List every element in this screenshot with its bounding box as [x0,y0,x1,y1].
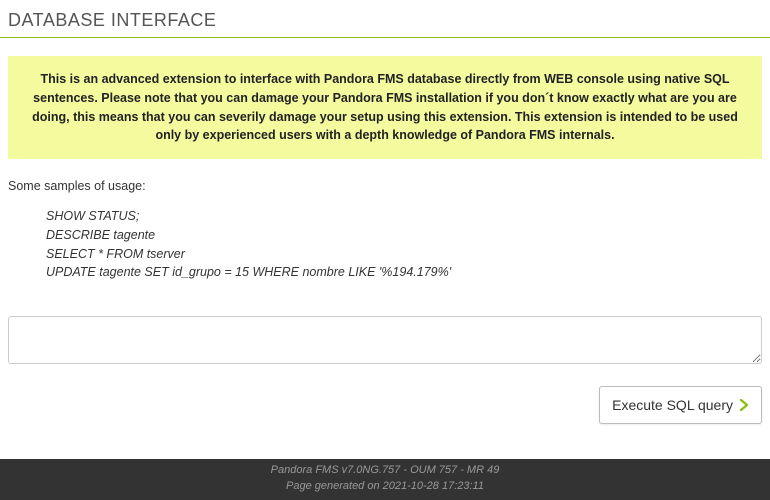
sql-input[interactable] [8,316,762,364]
footer-generated: Page generated on 2021-10-28 17:23:11 [0,479,770,494]
execute-sql-label: Execute SQL query [612,397,733,413]
samples-list: SHOW STATUS; DESCRIBE tagente SELECT * F… [8,207,762,282]
chevron-right-icon [739,399,749,411]
execute-sql-button[interactable]: Execute SQL query [599,386,762,424]
sample-item: DESCRIBE tagente [46,226,762,245]
button-row: Execute SQL query [8,386,762,424]
samples-label: Some samples of usage: [8,179,762,193]
page-title: DATABASE INTERFACE [0,0,770,38]
footer: Pandora FMS v7.0NG.757 - OUM 757 - MR 49… [0,459,770,500]
sample-item: SHOW STATUS; [46,207,762,226]
sample-item: SELECT * FROM tserver [46,245,762,264]
main-content: This is an advanced extension to interfa… [0,56,770,424]
warning-box: This is an advanced extension to interfa… [8,56,762,159]
footer-version: Pandora FMS v7.0NG.757 - OUM 757 - MR 49 [0,463,770,478]
sample-item: UPDATE tagente SET id_grupo = 15 WHERE n… [46,263,762,282]
